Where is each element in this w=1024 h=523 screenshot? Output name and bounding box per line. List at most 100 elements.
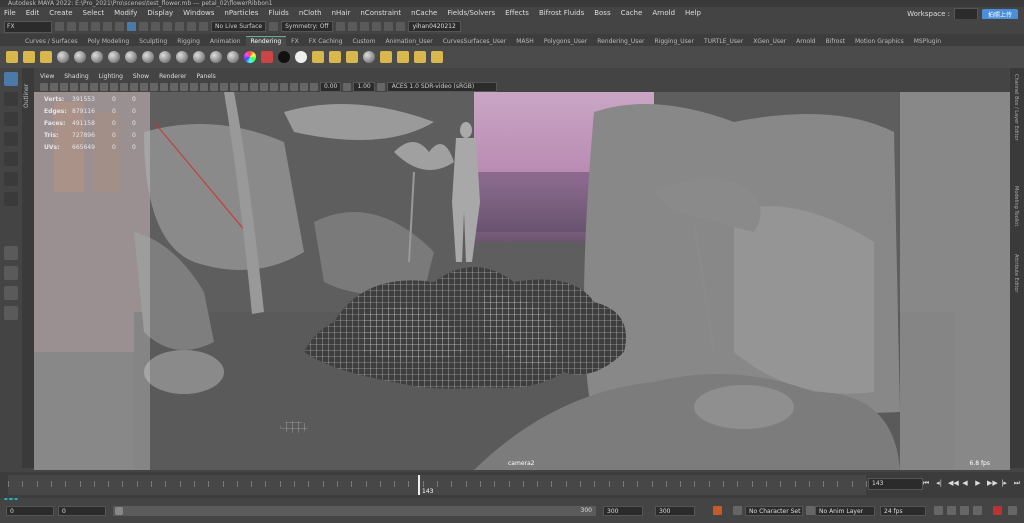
ipr-render-icon[interactable] [359,22,369,31]
select-component-icon[interactable] [139,22,148,31]
shelf-tab[interactable]: Sculpting [134,37,172,46]
menu-boss[interactable]: Boss [590,9,616,17]
paint-select-tool-icon[interactable] [4,112,18,126]
step-forward-key-icon[interactable]: |▸ [1000,478,1008,488]
motion-blur-icon[interactable] [240,82,248,91]
menu-edit[interactable]: Edit [22,9,46,17]
use-lights-icon[interactable] [210,82,218,91]
two-d-pan-icon[interactable] [80,82,88,91]
go-to-start-icon[interactable]: ⏮ [922,478,930,488]
menu-file[interactable]: File [0,9,22,17]
step-forward-frame-icon[interactable]: ▶▶ [987,478,998,488]
menu-ncloth[interactable]: nCloth [295,9,328,17]
end-time-field[interactable]: 300 [655,506,695,516]
viewport[interactable]: Verts: 391553 0 0 Edges: 879116 0 0 Face… [34,92,1010,470]
xray-active-icon[interactable] [300,82,308,91]
sphere-icon[interactable] [125,51,137,63]
xray-joints-icon[interactable] [290,82,298,91]
render-icon[interactable] [431,51,443,63]
black-sphere-icon[interactable] [278,51,290,63]
render-icon[interactable] [346,51,358,63]
light-icon[interactable] [6,51,18,63]
live-surface-field[interactable]: No Live Surface [211,21,267,32]
last-tool-icon[interactable] [4,192,18,206]
field-chart-icon[interactable] [140,82,148,91]
menu-select[interactable]: Select [79,9,111,17]
safe-title-icon[interactable] [160,82,168,91]
playback-end-field[interactable]: 300 [603,506,643,516]
shelf-tab[interactable]: MSPlugin [909,37,946,46]
shelf-tab[interactable]: XGen_User [748,37,791,46]
menu-nhair[interactable]: nHair [328,9,357,17]
render-settings-icon[interactable] [371,22,381,31]
render-icon[interactable] [397,51,409,63]
shelf-tab[interactable]: Arnold [791,37,820,46]
isolate-select-icon[interactable] [270,82,278,91]
white-sphere-icon[interactable] [295,51,307,63]
cloud-upload-button[interactable]: 拍照上传 [981,8,1018,20]
shelf-tab[interactable]: Animation_User [380,37,437,46]
sphere-icon[interactable] [210,51,222,63]
preferences-icon[interactable] [1008,506,1017,515]
panel-menu-renderer[interactable]: Renderer [159,73,186,80]
auto-key-icon[interactable] [713,506,722,515]
panel-menu-shading[interactable]: Shading [64,73,88,80]
range-slider[interactable]: 300 [113,506,596,516]
shelf-tab[interactable]: Bifrost [821,37,850,46]
shelf-tab[interactable]: Rigging_User [650,37,699,46]
lasso-tool-icon[interactable] [4,92,18,106]
menu-fields-solvers[interactable]: Fields/Solvers [443,9,501,17]
render-frame-icon[interactable] [347,22,357,31]
shelf-tab[interactable]: CurvesSurfaces_User [438,37,512,46]
sound-icon[interactable] [947,506,956,515]
light-icon[interactable] [23,51,35,63]
shelf-tab-rendering[interactable]: Rendering [245,36,287,46]
anim-layer-dropdown[interactable]: No Anim Layer [815,506,875,516]
resolution-gate-icon[interactable] [120,82,128,91]
single-pane-layout-icon[interactable] [4,246,18,260]
user-account-icon[interactable] [395,22,405,31]
panel-menu-show[interactable]: Show [133,73,149,80]
select-hierarchy-icon[interactable] [115,22,124,31]
light-icon[interactable] [40,51,52,63]
play-forward-icon[interactable]: ▶ [974,478,982,488]
time-icon[interactable] [973,506,982,515]
menu-arnold[interactable]: Arnold [648,9,681,17]
menu-set-selector[interactable]: FX [4,20,52,33]
select-tool-icon[interactable] [4,72,18,86]
shelf-tab[interactable]: Polygons_User [539,37,592,46]
red-material-icon[interactable] [261,51,273,63]
color-wheel-icon[interactable] [244,51,256,63]
menu-fluids[interactable]: Fluids [264,9,294,17]
textured-icon[interactable] [200,82,208,91]
attribute-editor-tab[interactable]: Attribute Editor [1013,254,1019,292]
current-frame-marker[interactable] [418,475,420,495]
save-scene-icon[interactable] [79,22,88,31]
depth-of-field-icon[interactable] [260,82,268,91]
new-scene-icon[interactable] [55,22,64,31]
sphere-icon[interactable] [57,51,69,63]
film-gate-icon[interactable] [110,82,118,91]
fps-dropdown[interactable]: 24 fps [880,506,926,516]
grid-icon[interactable] [100,82,108,91]
shadows-icon[interactable] [220,82,228,91]
two-pane-layout-icon[interactable] [4,286,18,300]
key-icon[interactable] [960,506,969,515]
safe-action-icon[interactable] [150,82,158,91]
open-scene-icon[interactable] [67,22,76,31]
render-icon[interactable] [380,51,392,63]
camera-attr-icon[interactable] [50,82,58,91]
shelf-tab[interactable]: FX Caching [304,37,348,46]
sphere-icon[interactable] [91,51,103,63]
redo-icon[interactable] [103,22,112,31]
step-back-key-icon[interactable]: ◂| [935,478,943,488]
panel-menu-lighting[interactable]: Lighting [99,73,123,80]
menu-modify[interactable]: Modify [110,9,143,17]
menu-cache[interactable]: Cache [617,9,649,17]
gamma-field[interactable]: 1.00 [353,81,375,92]
shelf-tab[interactable]: Rendering_User [592,37,649,46]
bookmark-icon[interactable] [60,82,68,91]
shelf-tab[interactable]: Custom [347,37,380,46]
view-transform-dropdown[interactable]: ACES 1.0 SDR-video (sRGB) [386,81,497,92]
screen-space-ao-icon[interactable] [230,82,238,91]
